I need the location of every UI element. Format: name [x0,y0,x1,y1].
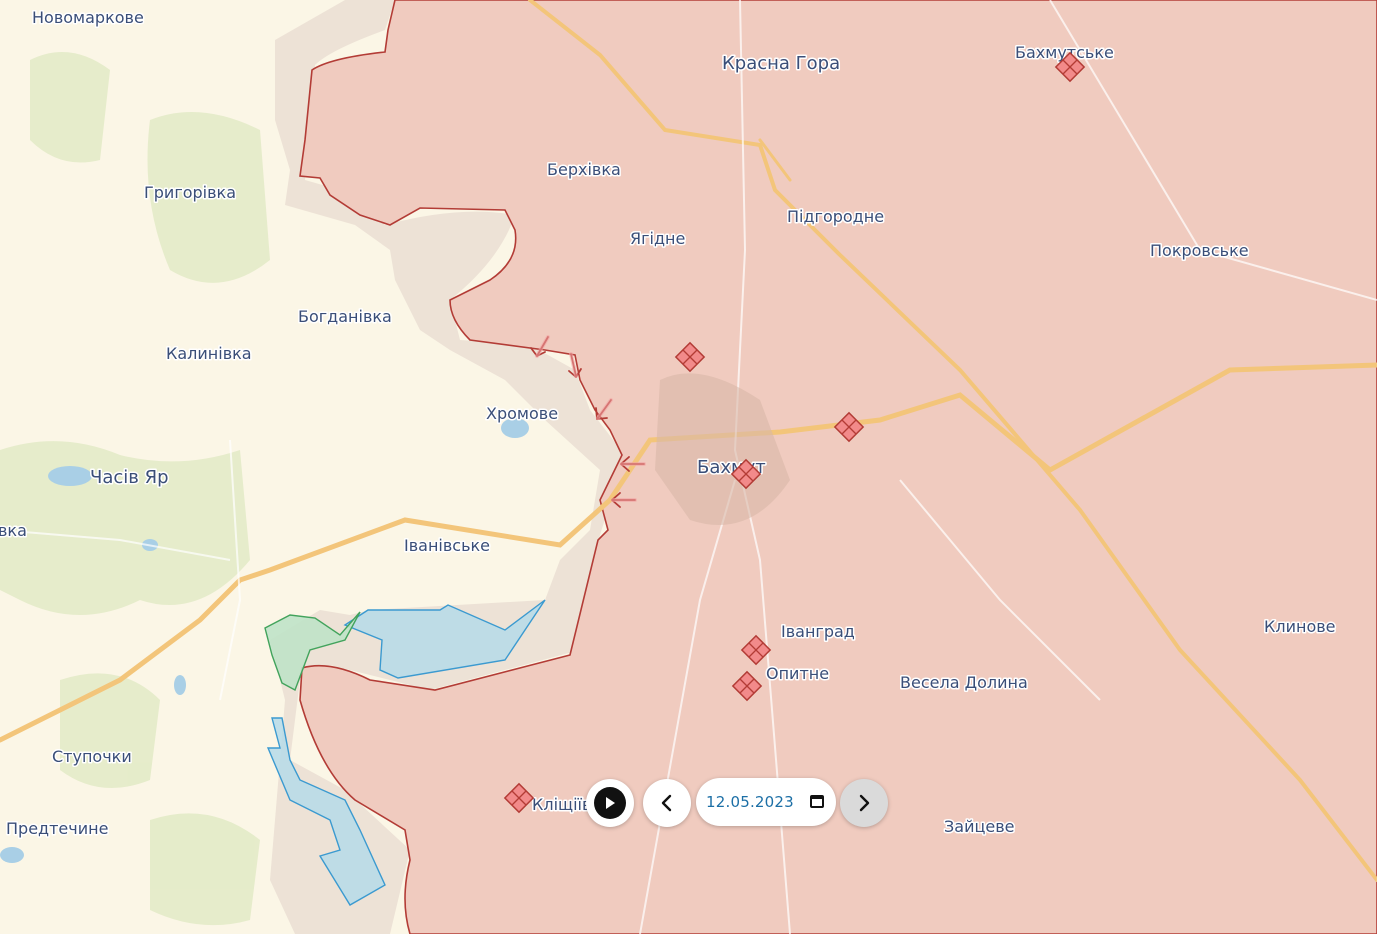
previous-date-button[interactable] [643,779,691,827]
chevron-right-icon [859,794,870,812]
chevron-left-icon [661,794,672,812]
place-label: Предтечине [6,819,108,838]
place-label: Підгородне [787,207,884,226]
place-label: Новомаркове [32,8,144,27]
place-label: Калинівка [166,344,252,363]
place-label: Красна Гора [722,53,840,74]
place-label: Іванград [781,622,855,641]
place-label: Григорівка [144,183,236,202]
place-label: Клинове [1264,617,1336,636]
place-label: Зайцеве [944,817,1014,836]
place-label: Берхівка [547,160,621,179]
play-button[interactable] [586,779,634,827]
place-label: Весела Долина [900,673,1028,692]
place-label: Богданівка [298,307,392,326]
place-label: Ягідне [630,229,685,248]
place-label: Ступочки [52,747,132,766]
place-label: Хромове [486,404,558,423]
date-value: 12.05.2023 [706,793,794,811]
place-label: Опитне [766,664,829,683]
place-label: Кліщіїв [532,795,591,814]
place-label: Часів Яр [90,467,169,488]
place-label: вка [0,521,27,540]
place-label: Іванівське [404,536,490,555]
place-label: Покровське [1150,241,1249,260]
next-date-button[interactable] [840,779,888,827]
date-input[interactable]: 12.05.2023 [696,778,836,826]
calendar-icon[interactable] [810,795,824,808]
play-icon [594,787,626,819]
